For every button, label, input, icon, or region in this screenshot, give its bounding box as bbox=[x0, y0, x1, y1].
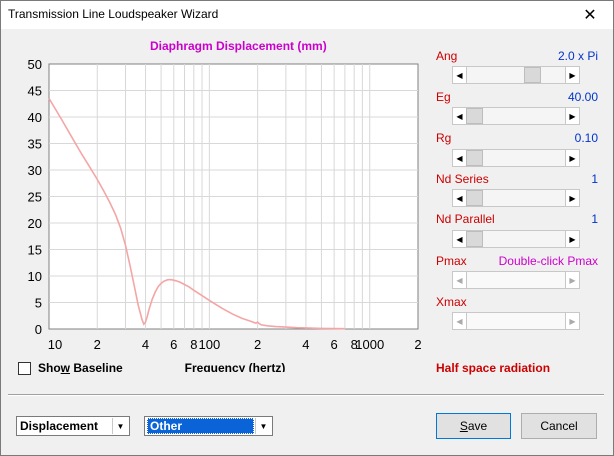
chart-title: Diaphragm Displacement (mm) bbox=[150, 39, 327, 53]
scroll-left-arrow-icon: ◀ bbox=[453, 272, 467, 288]
x-tick-label: 6 bbox=[170, 337, 177, 352]
scroll-right-arrow-icon[interactable]: ▶ bbox=[565, 231, 579, 247]
chevron-down-icon[interactable]: ▼ bbox=[255, 418, 271, 434]
displacement-chart: 05101520253035404550 10 2 4 6 8 100 2 4 6 81000 2 … bbox=[28, 57, 422, 372]
scroll-right-arrow-icon: ▶ bbox=[565, 272, 579, 288]
slider-thumb[interactable] bbox=[466, 150, 483, 166]
x-tick-labels: 10 2 4 6 8 100 2 4 6 81000 2 bbox=[48, 337, 422, 352]
scroll-right-arrow-icon[interactable]: ▶ bbox=[565, 150, 579, 166]
label-part: Baseline bbox=[70, 361, 123, 375]
y-tick-label: 35 bbox=[28, 137, 42, 152]
close-button[interactable]: ✕ bbox=[567, 1, 613, 29]
pmax-value[interactable]: Double-click Pmax bbox=[499, 254, 598, 268]
x-tick-label: 4 bbox=[142, 337, 149, 352]
ang-slider[interactable]: ◀ ▶ bbox=[452, 66, 580, 84]
dropdown-value: Other bbox=[147, 418, 254, 434]
label-part: Sho bbox=[38, 361, 61, 375]
y-tick-label: 0 bbox=[35, 322, 42, 337]
scroll-left-arrow-icon[interactable]: ◀ bbox=[453, 150, 467, 166]
slider-thumb[interactable] bbox=[524, 67, 542, 83]
slider-thumb[interactable] bbox=[466, 108, 483, 124]
cancel-button[interactable]: Cancel bbox=[521, 413, 597, 439]
scroll-right-arrow-icon: ▶ bbox=[565, 313, 579, 329]
button-label: ave bbox=[467, 419, 488, 433]
nd-series-value: 1 bbox=[591, 172, 598, 186]
scroll-left-arrow-icon[interactable]: ◀ bbox=[453, 67, 467, 83]
y-tick-label: 40 bbox=[28, 110, 42, 125]
y-tick-label: 50 bbox=[28, 57, 42, 72]
rg-label: Rg bbox=[436, 131, 452, 145]
scroll-left-arrow-icon[interactable]: ◀ bbox=[453, 190, 467, 206]
scroll-right-arrow-icon[interactable]: ▶ bbox=[565, 67, 579, 83]
rg-slider[interactable]: ◀ ▶ bbox=[452, 149, 580, 167]
xmax-slider: ◀ ▶ bbox=[452, 312, 580, 330]
show-baseline-checkbox[interactable] bbox=[18, 362, 31, 375]
x-tick-label: 2 bbox=[414, 337, 421, 352]
save-button[interactable]: Save bbox=[436, 413, 511, 439]
eg-slider[interactable]: ◀ ▶ bbox=[452, 107, 580, 125]
button-label: Cancel bbox=[540, 419, 578, 433]
chevron-down-icon[interactable]: ▼ bbox=[112, 418, 128, 434]
x-tick-label: 8 bbox=[190, 337, 197, 352]
y-tick-label: 20 bbox=[28, 216, 42, 231]
y-tick-label: 10 bbox=[28, 269, 42, 284]
dropdown-value: Displacement bbox=[20, 419, 99, 433]
x-tick-label: 10 bbox=[48, 337, 62, 352]
scroll-left-arrow-icon: ◀ bbox=[453, 313, 467, 329]
x-tick-label: 100 bbox=[199, 337, 221, 352]
title-bar: Transmission Line Loudspeaker Wizard ✕ bbox=[1, 1, 613, 29]
scroll-left-arrow-icon[interactable]: ◀ bbox=[453, 108, 467, 124]
x-tick-label: 2 bbox=[254, 337, 261, 352]
other-dropdown[interactable]: Other ▼ bbox=[144, 416, 273, 436]
window-title: Transmission Line Loudspeaker Wizard bbox=[8, 7, 219, 21]
view-type-dropdown[interactable]: Displacement ▼ bbox=[16, 416, 130, 436]
x-tick-label: 4 bbox=[302, 337, 309, 352]
y-tick-labels: 0 5 10 15 20 25 30 35 40 45 50 bbox=[28, 57, 42, 337]
eg-value: 40.00 bbox=[567, 90, 598, 104]
nd-parallel-value: 1 bbox=[591, 212, 598, 226]
y-tick-label: 25 bbox=[28, 190, 42, 205]
x-tick-label: 2 bbox=[94, 337, 101, 352]
ang-label: Ang bbox=[436, 49, 458, 63]
slider-thumb[interactable] bbox=[466, 190, 483, 206]
scroll-right-arrow-icon[interactable]: ▶ bbox=[565, 108, 579, 124]
scroll-right-arrow-icon[interactable]: ▶ bbox=[565, 190, 579, 206]
x-axis-label: Frequency (hertz) bbox=[185, 361, 286, 372]
eg-label: Eg bbox=[436, 90, 451, 104]
slider-thumb[interactable] bbox=[466, 231, 483, 247]
separator-line bbox=[8, 394, 604, 396]
x-tick-label: 6 bbox=[331, 337, 338, 352]
nd-series-label: Nd Series bbox=[436, 172, 489, 186]
y-tick-label: 5 bbox=[35, 296, 42, 311]
pmax-label: Pmax bbox=[436, 254, 467, 268]
accelerator-key: w bbox=[60, 361, 71, 375]
nd-series-slider[interactable]: ◀ ▶ bbox=[452, 189, 580, 207]
ang-value: 2.0 x Pi bbox=[557, 49, 598, 63]
accelerator-key: S bbox=[459, 419, 468, 433]
rg-value: 0.10 bbox=[574, 131, 598, 145]
pmax-slider: ◀ ▶ bbox=[452, 271, 580, 289]
y-tick-label: 45 bbox=[28, 84, 42, 99]
nd-parallel-label: Nd Parallel bbox=[436, 212, 495, 226]
show-baseline-label[interactable]: Show Baseline bbox=[38, 361, 123, 375]
status-text: Half space radiation bbox=[436, 361, 551, 375]
scroll-left-arrow-icon[interactable]: ◀ bbox=[453, 231, 467, 247]
close-icon: ✕ bbox=[583, 7, 597, 24]
nd-parallel-slider[interactable]: ◀ ▶ bbox=[452, 230, 580, 248]
y-tick-label: 30 bbox=[28, 163, 42, 178]
y-tick-label: 15 bbox=[28, 243, 42, 258]
xmax-label: Xmax bbox=[436, 295, 467, 309]
x-tick-label: 1000 bbox=[355, 337, 384, 352]
